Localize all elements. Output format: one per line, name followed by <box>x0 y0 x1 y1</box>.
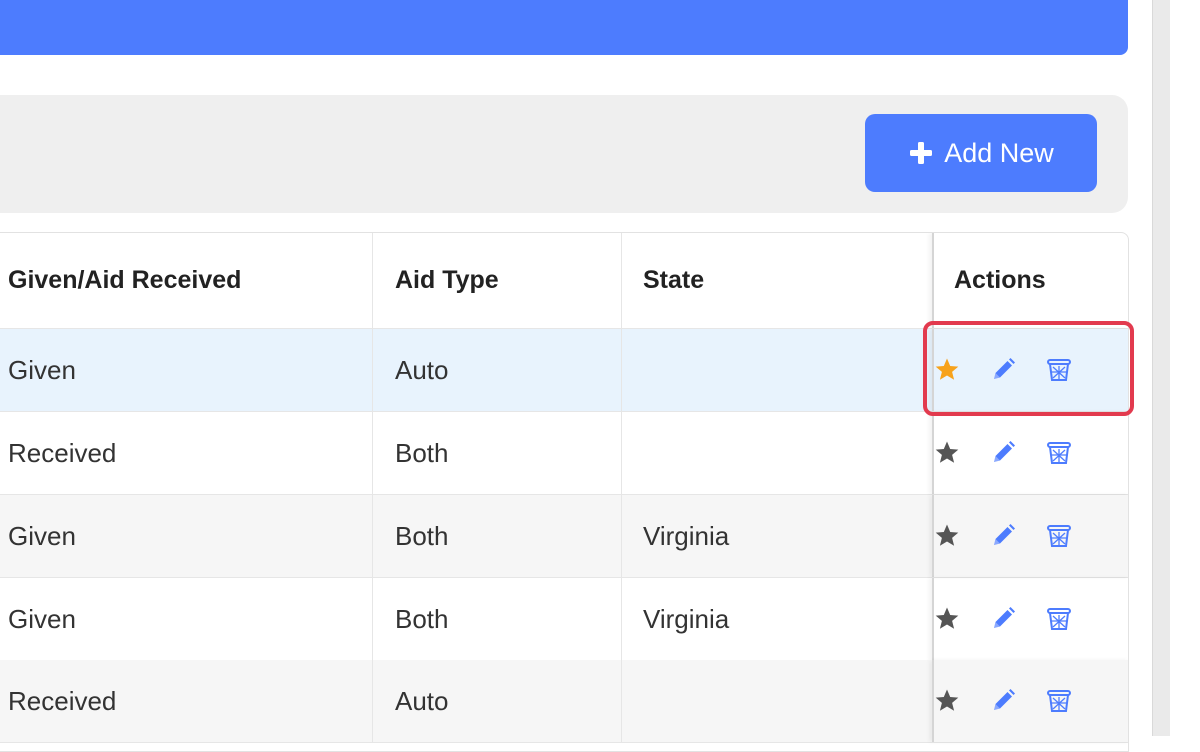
cell-actions <box>932 412 1128 494</box>
pencil-icon[interactable] <box>990 357 1016 383</box>
star-icon[interactable] <box>934 523 960 549</box>
trash-icon[interactable] <box>1046 523 1072 549</box>
cell-given-received: Received <box>0 660 373 742</box>
cell-actions <box>932 495 1128 577</box>
aid-table: Given/Aid Received Aid Type State Action… <box>0 232 1129 752</box>
top-banner <box>0 0 1128 55</box>
table-row[interactable]: Given Both Virginia <box>0 495 1128 578</box>
star-icon[interactable] <box>934 688 960 714</box>
page-edge <box>1170 0 1200 736</box>
cell-state: Virginia <box>643 520 730 551</box>
column-header: Actions <box>932 233 1128 328</box>
toolbar: Add New <box>0 95 1128 213</box>
pencil-icon[interactable] <box>990 688 1016 714</box>
cell-actions <box>932 660 1128 742</box>
cell-state: Virginia <box>643 603 730 634</box>
table-row[interactable]: Received Auto <box>0 660 1128 743</box>
add-new-label: Add New <box>944 137 1054 168</box>
cell-actions <box>932 578 1128 660</box>
trash-icon[interactable] <box>1046 688 1072 714</box>
add-new-button[interactable]: Add New <box>865 114 1097 192</box>
cell-state <box>622 329 932 411</box>
cell-actions <box>932 329 1128 411</box>
star-icon[interactable] <box>934 606 960 632</box>
column-header[interactable]: Given/Aid Received <box>0 233 373 328</box>
cell-state <box>622 412 932 494</box>
cell-given-received: Received <box>0 412 373 494</box>
pencil-icon[interactable] <box>990 523 1016 549</box>
star-icon[interactable] <box>934 357 960 383</box>
scrollbar[interactable] <box>1152 0 1170 736</box>
cell-aid-type: Auto <box>373 660 622 742</box>
cell-given-received: Given <box>0 329 373 411</box>
column-header[interactable]: State <box>622 233 932 328</box>
cell-given-received: Given <box>0 495 373 577</box>
table-row[interactable]: Received Both <box>0 412 1128 495</box>
table-row[interactable]: Given Both Virginia <box>0 578 1128 661</box>
table-row[interactable]: Given Auto <box>0 329 1128 412</box>
cell-state <box>622 660 932 742</box>
trash-icon[interactable] <box>1046 440 1072 466</box>
trash-icon[interactable] <box>1046 606 1072 632</box>
table-header: Given/Aid Received Aid Type State Action… <box>0 233 1128 329</box>
trash-icon[interactable] <box>1046 357 1072 383</box>
pencil-icon[interactable] <box>990 606 1016 632</box>
cell-aid-type: Both <box>373 578 622 660</box>
cell-aid-type: Auto <box>373 329 622 411</box>
column-header[interactable]: Aid Type <box>373 233 622 328</box>
cell-aid-type: Both <box>373 412 622 494</box>
cell-aid-type: Both <box>373 495 622 577</box>
star-icon[interactable] <box>934 440 960 466</box>
cell-given-received: Given <box>0 578 373 660</box>
plus-icon <box>910 142 933 164</box>
pencil-icon[interactable] <box>990 440 1016 466</box>
